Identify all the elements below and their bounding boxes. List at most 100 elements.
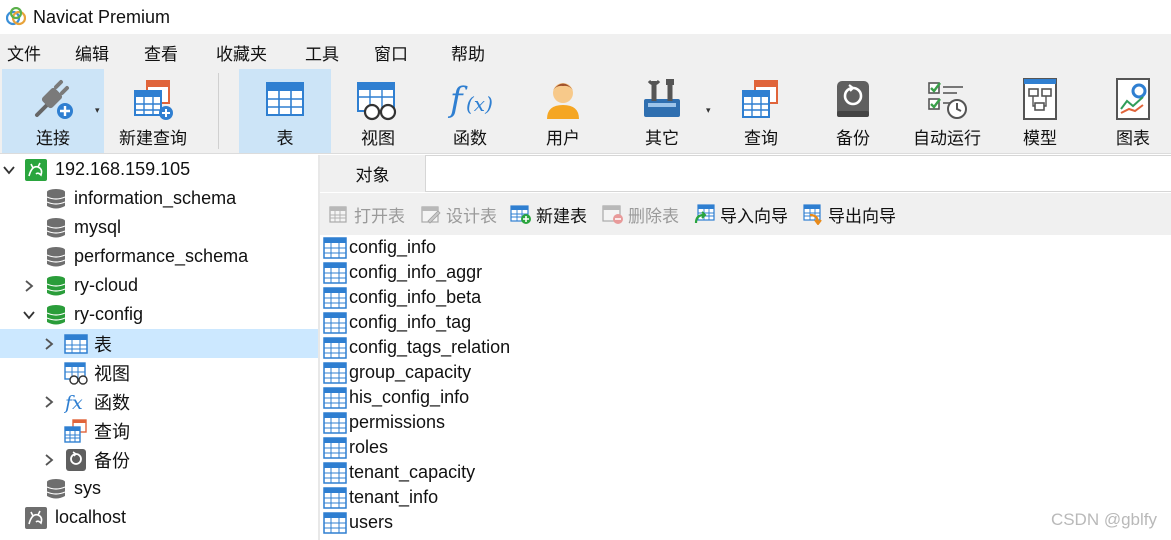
backup-button[interactable]: 备份 — [808, 69, 898, 153]
menu-favorites[interactable]: 收藏夹 — [216, 40, 267, 65]
function-label: 函数 — [453, 129, 487, 148]
table-icon — [323, 261, 347, 284]
other-dropdown-caret-icon[interactable]: ▾ — [706, 105, 711, 116]
tools-icon — [638, 75, 686, 123]
delete-table-label: 删除表 — [628, 206, 679, 226]
database-gray-icon — [44, 477, 68, 501]
table-list-item[interactable]: tenant_capacity — [323, 460, 475, 485]
database-label: sys — [74, 478, 101, 498]
user-label: 用户 — [546, 129, 580, 148]
window-title: Navicat Premium — [33, 6, 171, 27]
connect-dropdown-caret-icon[interactable]: ▾ — [95, 105, 100, 116]
auto-run-button[interactable]: 自动运行 — [900, 69, 994, 153]
new-table-button[interactable]: 新建表 — [510, 202, 587, 226]
table-list-item[interactable]: roles — [323, 435, 388, 460]
table-name: config_info — [349, 237, 437, 257]
functions-label: 函数 — [94, 392, 130, 413]
tree-db-sys[interactable]: sys — [0, 474, 318, 503]
table-list-item[interactable]: group_capacity — [323, 360, 471, 385]
model-button[interactable]: 模型 — [996, 69, 1084, 153]
tree-node-queries[interactable]: 查询 — [0, 416, 318, 445]
tab-bar-empty-area — [426, 155, 1171, 191]
table-name: tenant_info — [349, 487, 439, 507]
table-list-item[interactable]: config_info_tag — [323, 310, 471, 335]
tab-objects[interactable]: 对象 — [320, 155, 426, 192]
menu-view[interactable]: 查看 — [144, 40, 178, 65]
table-list-item[interactable]: config_info_aggr — [323, 260, 482, 285]
mysql-connection-icon — [24, 158, 48, 182]
auto-run-icon — [923, 75, 971, 123]
database-green-icon — [44, 303, 68, 327]
table-icon — [323, 511, 347, 534]
connection-label: localhost — [55, 507, 127, 527]
table-list-item[interactable]: config_info — [323, 235, 436, 260]
table-name: config_info_tag — [349, 312, 472, 332]
query-label: 查询 — [744, 129, 778, 148]
menu-tools[interactable]: 工具 — [305, 40, 339, 65]
database-green-icon — [44, 274, 68, 298]
backup-icon — [829, 75, 877, 123]
tree-db-performance-schema[interactable]: performance_schema — [0, 242, 318, 271]
table-icon — [261, 75, 309, 123]
open-table-button[interactable]: 打开表 — [328, 202, 405, 226]
delete-table-button[interactable]: 删除表 — [602, 202, 679, 226]
chevron-right-icon[interactable] — [42, 337, 56, 351]
menu-file[interactable]: 文件 — [7, 40, 41, 65]
menu-window[interactable]: 窗口 — [374, 40, 408, 65]
chevron-right-icon[interactable] — [42, 395, 56, 409]
export-wizard-button[interactable]: 导出向导 — [802, 202, 896, 226]
table-button[interactable]: 表 — [239, 69, 331, 153]
open-table-icon — [328, 203, 350, 225]
tree-db-information-schema[interactable]: information_schema — [0, 184, 318, 213]
navigation-tree: 192.168.159.105 information_schema mysql… — [0, 155, 318, 540]
table-list-item[interactable]: his_config_info — [323, 385, 469, 410]
delete-table-icon — [602, 203, 624, 225]
connect-button[interactable]: 连接 — [2, 69, 104, 153]
tree-db-ry-cloud[interactable]: ry-cloud — [0, 271, 318, 300]
tree-node-functions[interactable]: fx 函数 — [0, 387, 318, 416]
chevron-down-icon[interactable] — [2, 163, 16, 177]
menu-edit[interactable]: 编辑 — [75, 40, 109, 65]
table-list-item[interactable]: config_tags_relation — [323, 335, 510, 360]
other-button[interactable]: 其它 — [614, 69, 710, 153]
query-button[interactable]: 查询 — [716, 69, 806, 153]
table-list-item[interactable]: permissions — [323, 410, 445, 435]
table-name: group_capacity — [349, 362, 472, 382]
user-button[interactable]: 用户 — [517, 69, 609, 153]
function-button[interactable]: f (x) 函数 — [425, 69, 515, 153]
auto-run-label: 自动运行 — [913, 129, 981, 148]
table-list-item[interactable]: tenant_info — [323, 485, 438, 510]
tree-node-backups[interactable]: 备份 — [0, 445, 318, 474]
view-button[interactable]: 视图 — [333, 69, 423, 153]
chart-button[interactable]: 图表 — [1088, 69, 1171, 153]
chart-icon — [1109, 75, 1157, 123]
toolbar-separator — [218, 73, 219, 149]
tree-db-ry-config[interactable]: ry-config — [0, 300, 318, 329]
table-icon — [323, 411, 347, 434]
tree-node-views[interactable]: 视图 — [0, 358, 318, 387]
table-name: roles — [349, 437, 389, 457]
table-icon — [323, 236, 347, 259]
export-icon — [802, 203, 824, 225]
new-query-button[interactable]: 新建查询 — [108, 69, 198, 153]
tree-connection-localhost[interactable]: localhost — [0, 503, 318, 532]
tree-connection-192-168-159-105[interactable]: 192.168.159.105 — [0, 155, 318, 184]
tree-node-tables[interactable]: 表 — [0, 329, 318, 358]
chevron-right-icon[interactable] — [22, 279, 36, 293]
table-name: config_info_aggr — [349, 262, 483, 282]
table-list-item[interactable]: config_info_beta — [323, 285, 481, 310]
table-list-item[interactable]: users — [323, 510, 393, 535]
main-toolbar: 连接 ▾ 新建查询 表 视图 f (x) 函数 用户 其它 ▾ 查询 备份 自动… — [0, 67, 1171, 154]
import-wizard-button[interactable]: 导入向导 — [694, 202, 788, 226]
design-table-button[interactable]: 设计表 — [420, 202, 497, 226]
menu-help[interactable]: 帮助 — [451, 40, 485, 65]
chevron-down-icon[interactable] — [22, 308, 36, 322]
object-panel: 对象 打开表 设计表 新建表 删除表 导入向导 导出向导 config_info… — [320, 155, 1171, 540]
query-icon — [737, 75, 785, 123]
user-icon — [539, 75, 587, 123]
database-label: information_schema — [74, 188, 237, 208]
tree-db-mysql[interactable]: mysql — [0, 213, 318, 242]
table-name: permissions — [349, 412, 446, 432]
chevron-right-icon[interactable] — [42, 453, 56, 467]
backup-icon — [64, 448, 88, 472]
